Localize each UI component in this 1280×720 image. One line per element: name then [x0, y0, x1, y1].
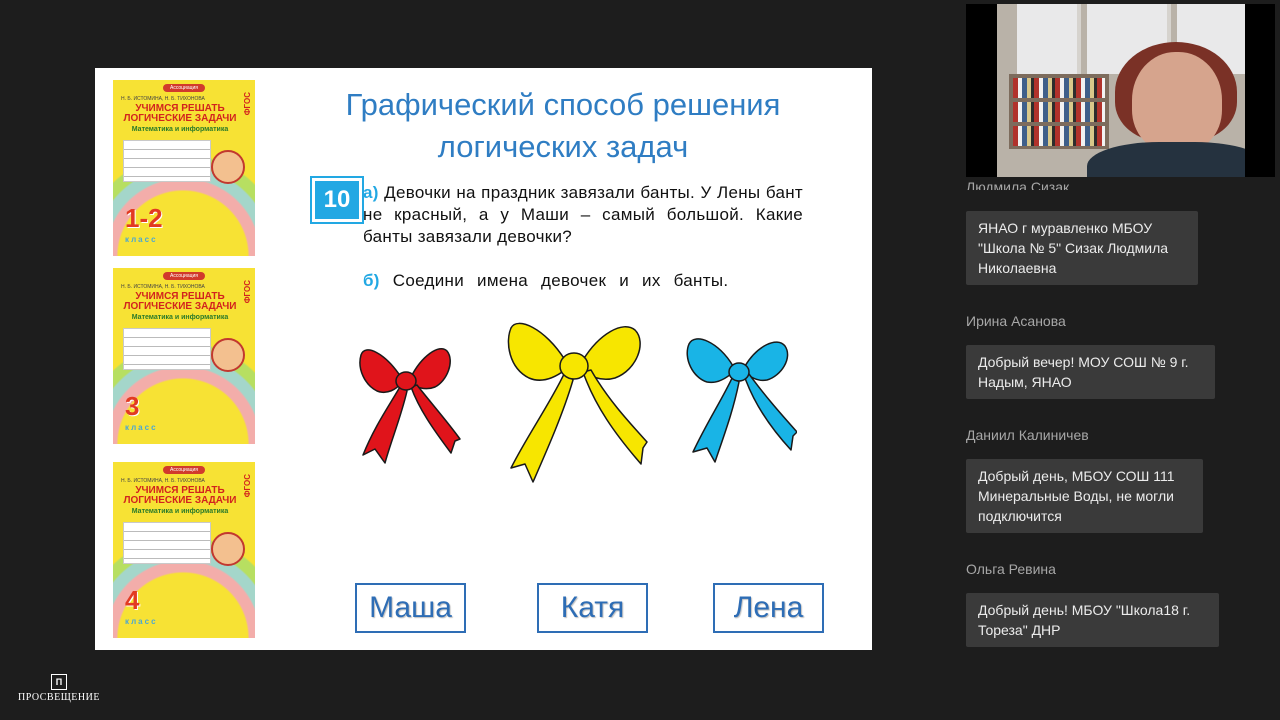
participant-video[interactable] [966, 4, 1275, 177]
name-box-katya[interactable]: Катя [537, 583, 648, 633]
character-illustration [211, 150, 245, 184]
books-row [1013, 102, 1105, 122]
book-class-label: класс [125, 423, 158, 432]
chat-message: Добрый день, МБОУ СОШ 111 Минеральные Во… [966, 459, 1203, 533]
book-grade: 4 [125, 585, 140, 615]
chat-message: Добрый день! МБОУ "Школа18 г. Тореза" ДН… [966, 593, 1219, 647]
fgos-label: ФГОС [243, 280, 252, 304]
name-lines [123, 522, 211, 564]
book-cover-grade-1-2: Ассоциация Н. Б. ИСТОМИНА, Н. Б. ТИХОНОВ… [113, 80, 255, 256]
fgos-label: ФГОС [243, 474, 252, 498]
book-title: УЧИМСЯ РЕШАТЬ ЛОГИЧЕСКИЕ ЗАДАЧИ [123, 485, 237, 506]
presentation-slide: Ассоциация Н. Б. ИСТОМИНА, Н. Б. ТИХОНОВ… [95, 68, 872, 650]
book-authors: Н. Б. ИСТОМИНА, Н. Б. ТИХОНОВА [121, 96, 205, 102]
chat-author: Ирина Асанова [966, 313, 1066, 329]
book-cover-grade-3: Ассоциация Н. Б. ИСТОМИНА, Н. Б. ТИХОНОВ… [113, 268, 255, 444]
chat-author: Даниил Калиничев [966, 427, 1089, 443]
prosveshchenie-logo: П ПРОСВЕЩЕНИЕ [14, 674, 104, 703]
book-grade: 3 [125, 391, 140, 421]
book-authors: Н. Б. ИСТОМИНА, Н. Б. ТИХОНОВА [121, 284, 205, 290]
blue-bow [686, 338, 797, 463]
name-box-lena[interactable]: Лена [713, 583, 824, 633]
character-illustration [211, 532, 245, 566]
fgos-label: ФГОС [243, 92, 252, 116]
video-caption-name: Людмила Сизак [966, 179, 1070, 190]
logo-text: ПРОСВЕЩЕНИЕ [18, 692, 100, 703]
publisher-logo: Ассоциация [163, 272, 205, 280]
part-a-marker: а) [363, 183, 379, 202]
book-grade: 1-2 [125, 203, 163, 233]
video-frame [997, 4, 1245, 177]
speaker-face [1132, 52, 1222, 152]
window-background [1017, 4, 1081, 74]
book-authors: Н. Б. ИСТОМИНА, Н. Б. ТИХОНОВА [121, 478, 205, 484]
publisher-logo: Ассоциация [163, 84, 205, 92]
yellow-bow [507, 322, 648, 483]
book-subtitle: Математика и информатика [131, 508, 229, 515]
book-title: УЧИМСЯ РЕШАТЬ ЛОГИЧЕСКИЕ ЗАДАЧИ [123, 291, 237, 312]
name-lines [123, 140, 211, 182]
red-bow [359, 348, 461, 464]
part-a-text: Девочки на праздник завязали банты. У Ле… [363, 183, 804, 246]
slide-title-line-1: Графический способ решения [345, 87, 781, 122]
books-row [1013, 78, 1105, 98]
chat-author: Ольга Ревина [966, 561, 1056, 577]
task-number-badge: 10 [312, 178, 362, 222]
chat-message: ЯНАО г муравленко МБОУ "Школа № 5" Сизак… [966, 211, 1198, 285]
task-part-b: б) Соедини имена девочек и их банты. [363, 270, 728, 292]
publisher-logo: Ассоциация [163, 466, 205, 474]
book-cover-grade-4: Ассоциация Н. Б. ИСТОМИНА, Н. Б. ТИХОНОВ… [113, 462, 255, 638]
character-illustration [211, 338, 245, 372]
speaker-body [1087, 142, 1245, 177]
book-class-label: класс [125, 235, 158, 244]
part-b-marker: б) [363, 271, 380, 290]
slide-title-line-2: логических задач [437, 129, 689, 164]
chat-message: Добрый вечер! МОУ СОШ № 9 г. Надым, ЯНАО [966, 345, 1215, 399]
task-part-a: а) Девочки на праздник завязали банты. У… [363, 182, 803, 248]
logo-mark-icon: П [51, 674, 67, 690]
books-row [1013, 126, 1105, 146]
name-lines [123, 328, 211, 370]
slide-title: Графический способ решения логических за… [305, 84, 821, 168]
name-box-masha[interactable]: Маша [355, 583, 466, 633]
part-b-text: Соедини имена девочек и их банты. [392, 271, 729, 290]
book-subtitle: Математика и информатика [131, 126, 229, 133]
book-subtitle: Математика и информатика [131, 314, 229, 321]
book-class-label: класс [125, 617, 158, 626]
book-title: УЧИМСЯ РЕШАТЬ ЛОГИЧЕСКИЕ ЗАДАЧИ [123, 103, 237, 124]
